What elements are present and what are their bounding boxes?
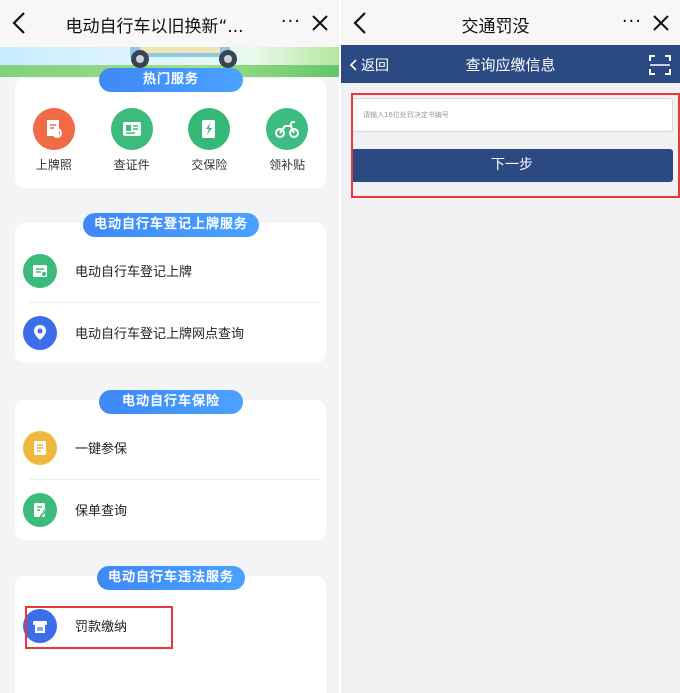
violation-services-header: 电动自行车违法服务 (97, 566, 245, 590)
service-plate-label: 上牌照 (35, 158, 72, 172)
scooter-illustration-icon (130, 47, 237, 68)
nav-back-label: 返回 (361, 58, 389, 74)
service-subsidy-label: 领补贴 (269, 158, 306, 172)
policy-edit-icon (23, 493, 57, 527)
violation-services-card: 电动自行车违法服务 罚款缴纳 (15, 566, 326, 693)
register-plate-item[interactable]: 电动自行车登记上牌 (15, 241, 326, 301)
close-icon[interactable] (650, 11, 672, 35)
register-services-header: 电动自行车登记上牌服务 (83, 213, 259, 237)
register-outlet-query-label: 电动自行车登记上牌网点查询 (75, 327, 245, 342)
id-card-icon (110, 108, 153, 150)
insurance-services-header: 电动自行车保险 (99, 390, 243, 414)
nav-back-button[interactable]: 返回 (349, 55, 389, 75)
location-pin-icon (23, 316, 57, 350)
decision-number-input[interactable] (351, 98, 673, 132)
fine-printer-icon (23, 609, 57, 643)
insurance-services-card: 电动自行车保险 一键参保 保单查询 (15, 390, 326, 540)
right-panel: 交通罚没 ··· 返回 查询应缴信息 下一步 (341, 0, 680, 693)
wechat-title-bar: 电动自行车以旧换新“... ··· (0, 0, 339, 47)
wechat-title-bar-right: 交通罚没 ··· (341, 0, 680, 45)
nav-title: 查询应缴信息 (465, 56, 556, 74)
query-nav-bar: 返回 查询应缴信息 (341, 45, 680, 83)
back-chevron-icon[interactable] (8, 9, 32, 37)
register-outlet-query-item[interactable]: 电动自行车登记上牌网点查询 (15, 303, 326, 363)
next-step-button[interactable]: 下一步 (351, 149, 673, 182)
policy-query-item[interactable]: 保单查询 (15, 480, 326, 540)
back-arrow-icon (349, 59, 357, 71)
back-chevron-icon[interactable] (349, 9, 373, 37)
one-click-insure-label: 一键参保 (75, 442, 128, 457)
page-title: 电动自行车以旧换新“... (65, 17, 244, 37)
fine-payment-label: 罚款缴纳 (75, 620, 128, 635)
more-icon[interactable]: ··· (281, 11, 301, 32)
policy-query-label: 保单查询 (75, 504, 128, 519)
insurance-card-icon (23, 431, 57, 465)
service-subsidy[interactable]: 领补贴 (248, 108, 326, 173)
more-icon[interactable]: ··· (622, 11, 642, 32)
hot-services-header: 热门服务 (99, 68, 243, 92)
page-title-right: 交通罚没 (461, 17, 530, 37)
left-panel: 电动自行车以旧换新“... ··· 热门服务 上牌照 查证件 交保险 领补贴 电… (0, 0, 339, 693)
scooter-icon (266, 108, 309, 150)
service-insurance[interactable]: 交保险 (171, 108, 249, 173)
one-click-insure-item[interactable]: 一键参保 (15, 418, 326, 478)
service-insurance-label: 交保险 (191, 158, 228, 172)
scan-icon[interactable] (648, 53, 672, 77)
insurance-document-icon (188, 108, 231, 150)
fine-payment-item[interactable]: 罚款缴纳 (15, 596, 326, 656)
register-services-card: 电动自行车登记上牌服务 电动自行车登记上牌 电动自行车登记上牌网点查询 (15, 213, 326, 363)
hot-services-card: 热门服务 上牌照 查证件 交保险 领补贴 (15, 68, 326, 188)
service-plate[interactable]: 上牌照 (15, 108, 93, 173)
service-check-certificate-label: 查证件 (113, 158, 150, 172)
plate-document-icon (32, 108, 75, 150)
close-icon[interactable] (309, 11, 331, 35)
register-plate-label: 电动自行车登记上牌 (75, 265, 193, 280)
register-list-icon (23, 254, 57, 288)
service-check-certificate[interactable]: 查证件 (93, 108, 171, 173)
